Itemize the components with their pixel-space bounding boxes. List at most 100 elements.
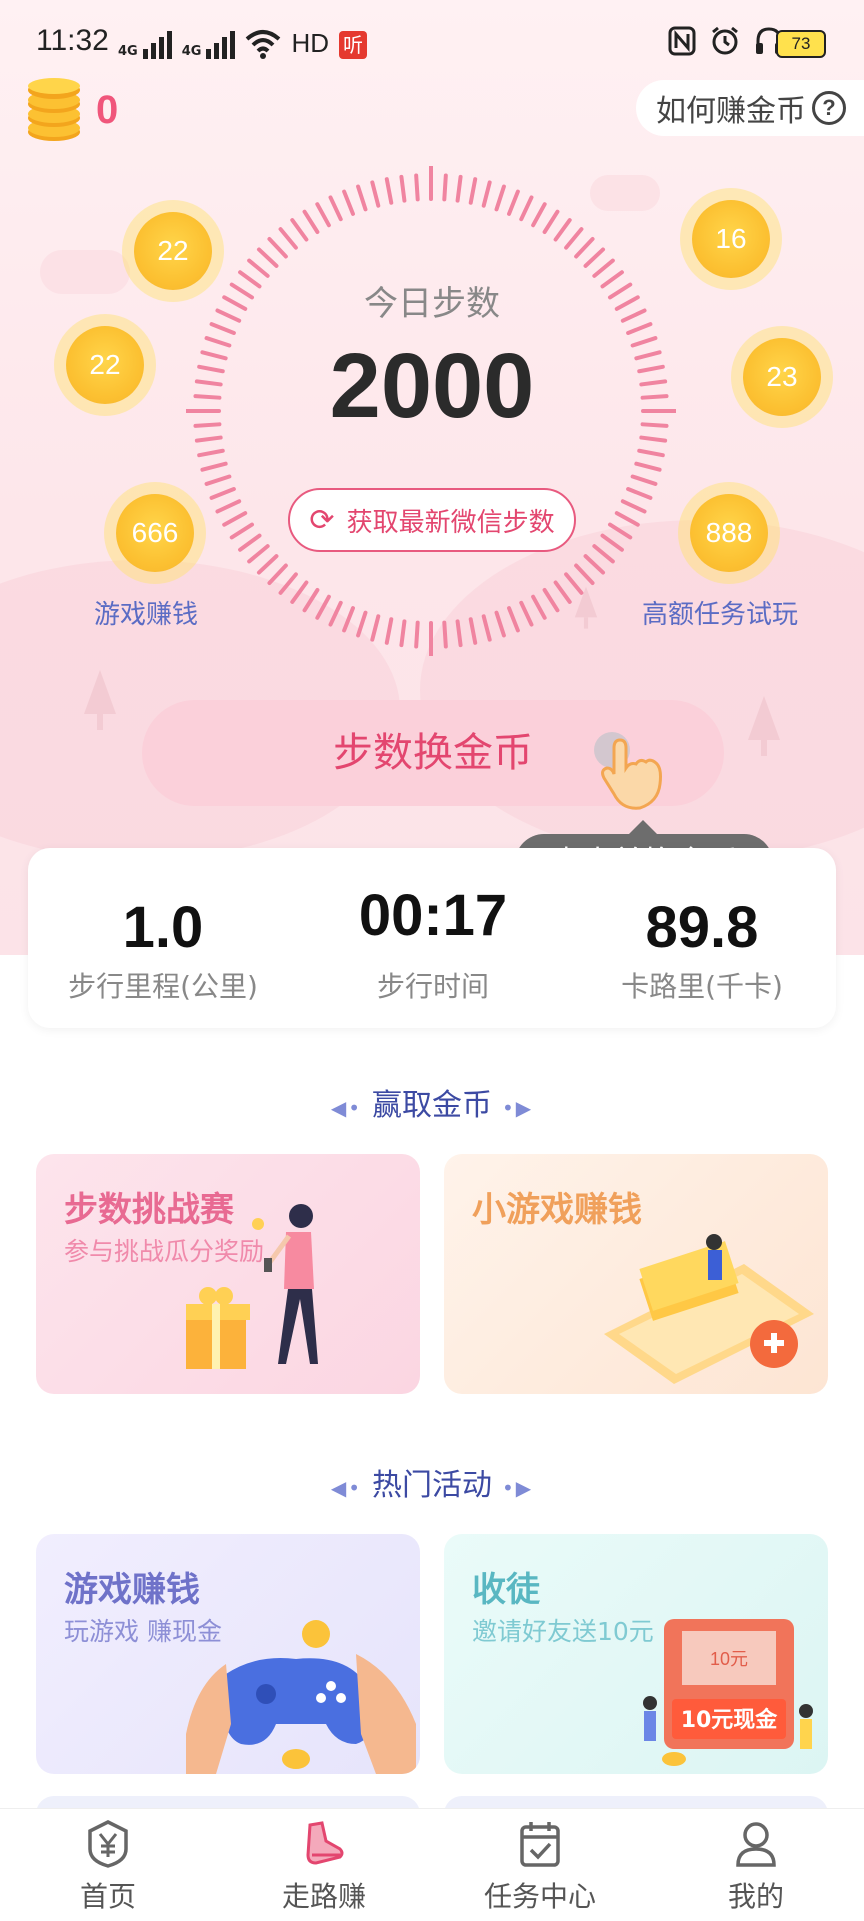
shoe-icon	[306, 1821, 344, 1865]
dial-tick	[592, 544, 615, 564]
hd-icon: HD	[291, 28, 329, 58]
coin-bubble[interactable]: 23	[743, 338, 821, 416]
nav-task-center-label: 任务中心	[483, 1880, 596, 1913]
calendar-check-icon	[520, 1822, 560, 1867]
dial-tick	[278, 227, 298, 250]
refresh-icon: ⟳	[309, 502, 335, 538]
dial-tick	[209, 487, 236, 500]
dial-tick	[519, 195, 534, 222]
dial-tick	[553, 218, 572, 242]
dial-tick	[238, 533, 262, 552]
signal-icon: 4G	[118, 31, 172, 59]
dial-tick	[209, 322, 236, 335]
nfc-icon	[668, 26, 696, 56]
dial-tick	[342, 606, 355, 633]
signal-icon: 4G	[182, 31, 236, 59]
dial-tick	[315, 202, 331, 228]
dial-tick	[607, 522, 633, 540]
dial-tick	[634, 461, 662, 472]
dial-tick	[229, 522, 255, 540]
coin-bubble[interactable]: 22	[66, 326, 144, 404]
dial-tick	[519, 600, 534, 627]
dial-tick	[553, 580, 572, 604]
invite-title: 收徒	[472, 1570, 540, 1610]
dial-tick	[247, 544, 270, 564]
coin-bubble[interactable]: 16	[692, 200, 770, 278]
dial-tick	[620, 499, 647, 514]
dial-tick	[342, 189, 355, 216]
game-earn-label[interactable]: 游戏赚钱	[94, 594, 198, 631]
dial-tick	[302, 209, 320, 235]
calories-value: 89.8	[645, 895, 759, 960]
dial-tick	[564, 572, 584, 595]
dial-tick	[256, 247, 279, 268]
dial-tick	[494, 184, 506, 212]
dial-tick	[328, 195, 343, 222]
status-bar: 11:32 4G 4G HD 听 73	[0, 0, 864, 88]
dial-tick	[564, 227, 584, 250]
dial-tick	[574, 236, 595, 259]
game-coin-bubble[interactable]: 666	[116, 494, 194, 572]
calories-stat: 89.8 卡路里(千卡)	[568, 894, 836, 1005]
nav-task-center[interactable]: 任务中心	[432, 1809, 648, 1921]
dial-tick	[507, 606, 520, 633]
dial-tick	[507, 189, 520, 216]
game-earn-card[interactable]: 游戏赚钱 玩游戏 赚现金	[36, 1534, 420, 1774]
wifi-icon	[246, 30, 281, 59]
refresh-wechat-steps-button[interactable]: ⟳ 获取最新微信步数	[288, 488, 576, 552]
dial-tick	[592, 258, 615, 278]
game-earn-title: 游戏赚钱	[64, 1570, 200, 1610]
dial-tick	[626, 487, 653, 500]
mini-game-earn-card[interactable]: 小游戏赚钱	[444, 1154, 828, 1394]
bottom-nav: 首页 走路赚 任务中心 我的	[0, 1808, 864, 1921]
battery-icon: 73	[776, 30, 826, 58]
calories-label: 卡路里(千卡)	[621, 970, 783, 1003]
dial-tick	[600, 533, 624, 552]
dial-tick	[256, 554, 279, 575]
dial-tick	[315, 594, 331, 620]
alarm-icon	[712, 26, 738, 55]
dial-tick	[630, 474, 658, 486]
dial-tick	[328, 600, 343, 627]
dial-tick	[531, 594, 547, 620]
dial-tick	[481, 180, 492, 208]
dial-tick	[542, 209, 560, 235]
dial-tick	[399, 174, 407, 203]
nav-home[interactable]: 首页	[0, 1809, 216, 1921]
dial-tick	[414, 173, 420, 202]
invite-subtitle: 邀请好友送10元	[472, 1617, 654, 1646]
dial-tick	[468, 177, 478, 205]
dial-tick	[583, 554, 606, 575]
nav-mine[interactable]: 我的	[648, 1809, 864, 1921]
dial-tick	[302, 587, 320, 613]
how-to-earn-button[interactable]: 如何赚金币 ?	[636, 80, 864, 136]
app-badge-icon: 听	[339, 31, 367, 59]
dial-tick	[222, 511, 248, 527]
dial-tick	[290, 580, 309, 604]
dial-tick	[399, 619, 407, 648]
time-stat: 00:17 步行时间	[298, 882, 568, 1005]
phone-cash-illustration	[604, 1234, 814, 1384]
dial-tick	[356, 610, 368, 638]
task-coin-bubble[interactable]: 888	[690, 494, 768, 572]
section-hot-activities-title: 热门活动	[372, 1468, 492, 1503]
task-trial-label[interactable]: 高额任务试玩	[642, 594, 798, 631]
help-icon: ?	[812, 91, 846, 125]
time-value: 00:17	[358, 883, 508, 948]
step-challenge-card[interactable]: 步数挑战赛 参与挑战瓜分奖励	[36, 1154, 420, 1394]
gift-walker-illustration	[186, 1204, 318, 1369]
coin-balance: 0	[96, 88, 119, 132]
today-steps-label: 今日步数	[364, 284, 500, 324]
dial-tick	[215, 499, 242, 514]
dial-tick	[267, 563, 288, 586]
nav-walk-earn[interactable]: 走路赚	[216, 1809, 432, 1921]
dial-tick	[197, 448, 225, 458]
invite-apprentice-card[interactable]: 收徒 邀请好友送10元 10元 10元现金	[444, 1534, 828, 1774]
coin-bubble[interactable]: 22	[134, 212, 212, 290]
dial-tick	[531, 202, 547, 228]
nav-mine-label: 我的	[727, 1880, 784, 1913]
dial-tick	[626, 322, 653, 335]
how-to-earn-label: 如何赚金币	[656, 94, 806, 129]
tap-hand-icon	[594, 732, 662, 810]
envelope-small-text: 10元	[710, 1649, 748, 1669]
